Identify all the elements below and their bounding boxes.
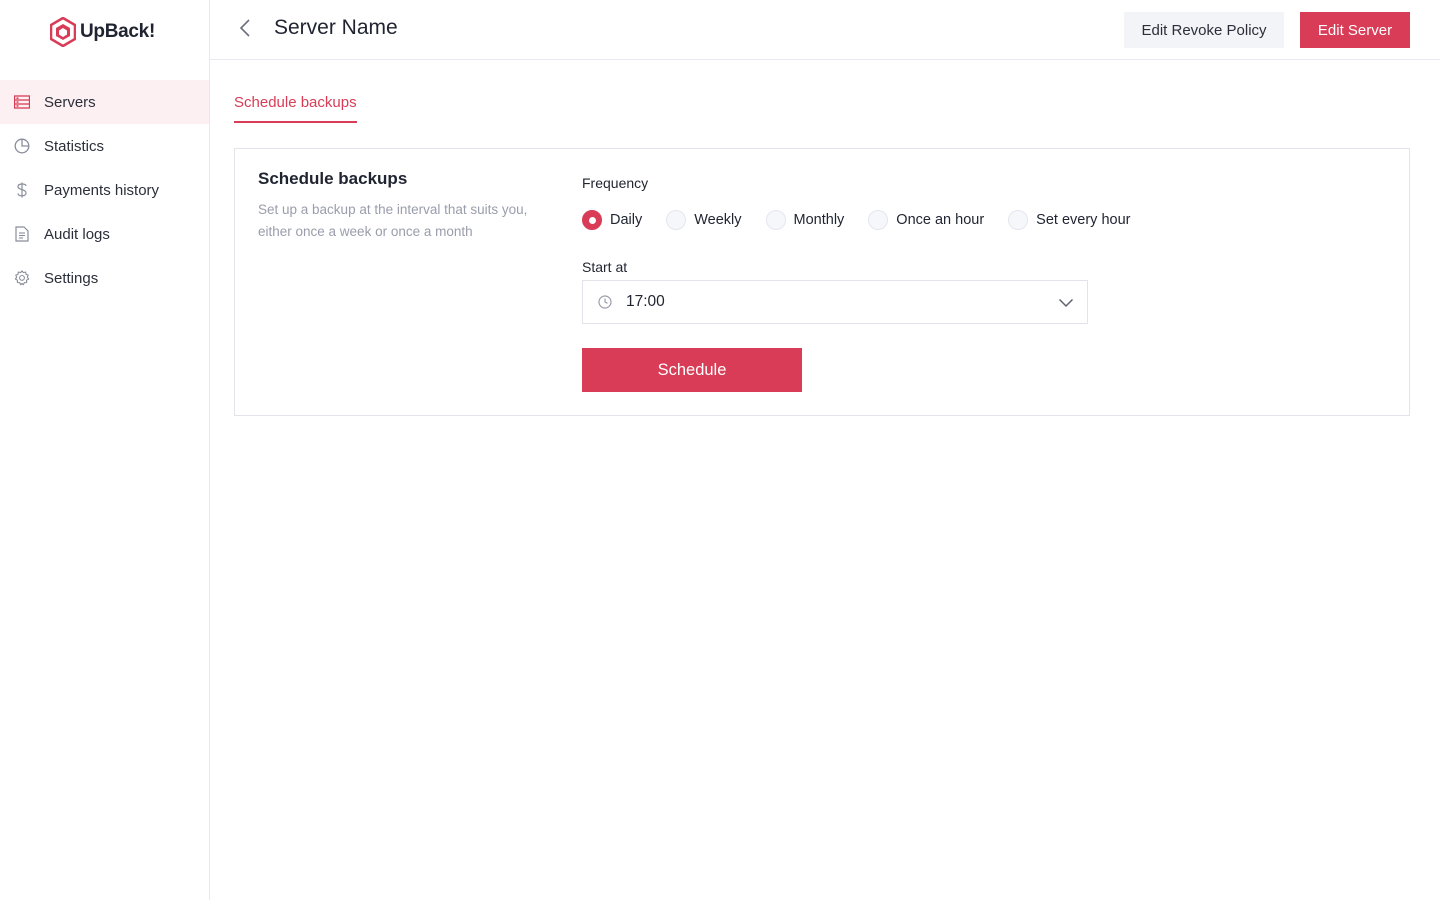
sidebar: UpBack! Servers Statistics Payments hist… [0, 0, 210, 900]
server-list-icon [14, 94, 30, 110]
back-button[interactable] [234, 18, 256, 42]
radio-daily[interactable]: Daily [582, 210, 642, 230]
sidebar-item-statistics[interactable]: Statistics [0, 124, 209, 168]
sidebar-item-audit-logs[interactable]: Audit logs [0, 212, 209, 256]
document-icon [14, 226, 30, 242]
card-title: Schedule backups [258, 169, 408, 188]
frequency-label: Frequency [582, 175, 649, 191]
page-title: Server Name [274, 16, 398, 39]
radio-circle[interactable] [868, 210, 889, 230]
start-time-value: 17:00 [626, 293, 665, 310]
sidebar-item-settings[interactable]: Settings [0, 256, 209, 300]
logo-text: UpBack! [80, 21, 155, 42]
edit-revoke-policy-button[interactable]: Edit Revoke Policy [1124, 12, 1284, 48]
gear-icon [14, 270, 30, 286]
sidebar-item-servers[interactable]: Servers [0, 80, 209, 124]
chevron-down-icon [1057, 295, 1075, 311]
start-at-label: Start at [582, 259, 628, 275]
schedule-backups-card: Schedule backups Set up a backup at the … [234, 148, 1410, 416]
sidebar-item-label: Statistics [44, 137, 105, 155]
clock-icon [597, 294, 613, 310]
radio-label: Once an hour [896, 212, 985, 228]
frequency-radio-group: Daily Weekly Monthly Once an hour Set ev… [582, 210, 1154, 230]
page-header: Server Name Edit Revoke Policy Edit Serv… [210, 0, 1440, 60]
pie-chart-icon [14, 138, 30, 154]
card-description: Set up a backup at the interval that sui… [258, 202, 528, 239]
dollar-icon [14, 182, 30, 198]
tab-schedule-backups[interactable]: Schedule backups [234, 94, 357, 123]
radio-label: Monthly [793, 212, 845, 228]
sidebar-item-label: Payments history [44, 181, 160, 199]
radio-weekly[interactable]: Weekly [666, 210, 742, 230]
radio-set-every-hour[interactable]: Set every hour [1008, 210, 1130, 230]
radio-circle[interactable] [582, 210, 602, 230]
radio-once-an-hour[interactable]: Once an hour [868, 210, 984, 230]
radio-circle[interactable] [666, 210, 687, 230]
sidebar-item-label: Settings [44, 269, 99, 287]
radio-circle[interactable] [1008, 210, 1029, 230]
sidebar-nav: Servers Statistics Payments history Audi… [0, 80, 209, 300]
edit-server-button[interactable]: Edit Server [1300, 12, 1410, 48]
radio-label: Set every hour [1036, 212, 1131, 228]
sidebar-item-label: Audit logs [44, 225, 110, 243]
radio-monthly[interactable]: Monthly [765, 210, 845, 230]
chevron-left-icon [239, 18, 251, 43]
sidebar-item-label: Servers [44, 93, 96, 111]
app-logo[interactable]: UpBack! [50, 16, 155, 48]
schedule-button[interactable]: Schedule [582, 348, 802, 392]
radio-label: Weekly [694, 212, 742, 228]
radio-circle[interactable] [765, 210, 786, 230]
logo-hexagon-icon [50, 17, 76, 47]
radio-label: Daily [610, 212, 643, 228]
start-time-select[interactable]: 17:00 [582, 280, 1088, 324]
sidebar-item-payments-history[interactable]: Payments history [0, 168, 209, 212]
